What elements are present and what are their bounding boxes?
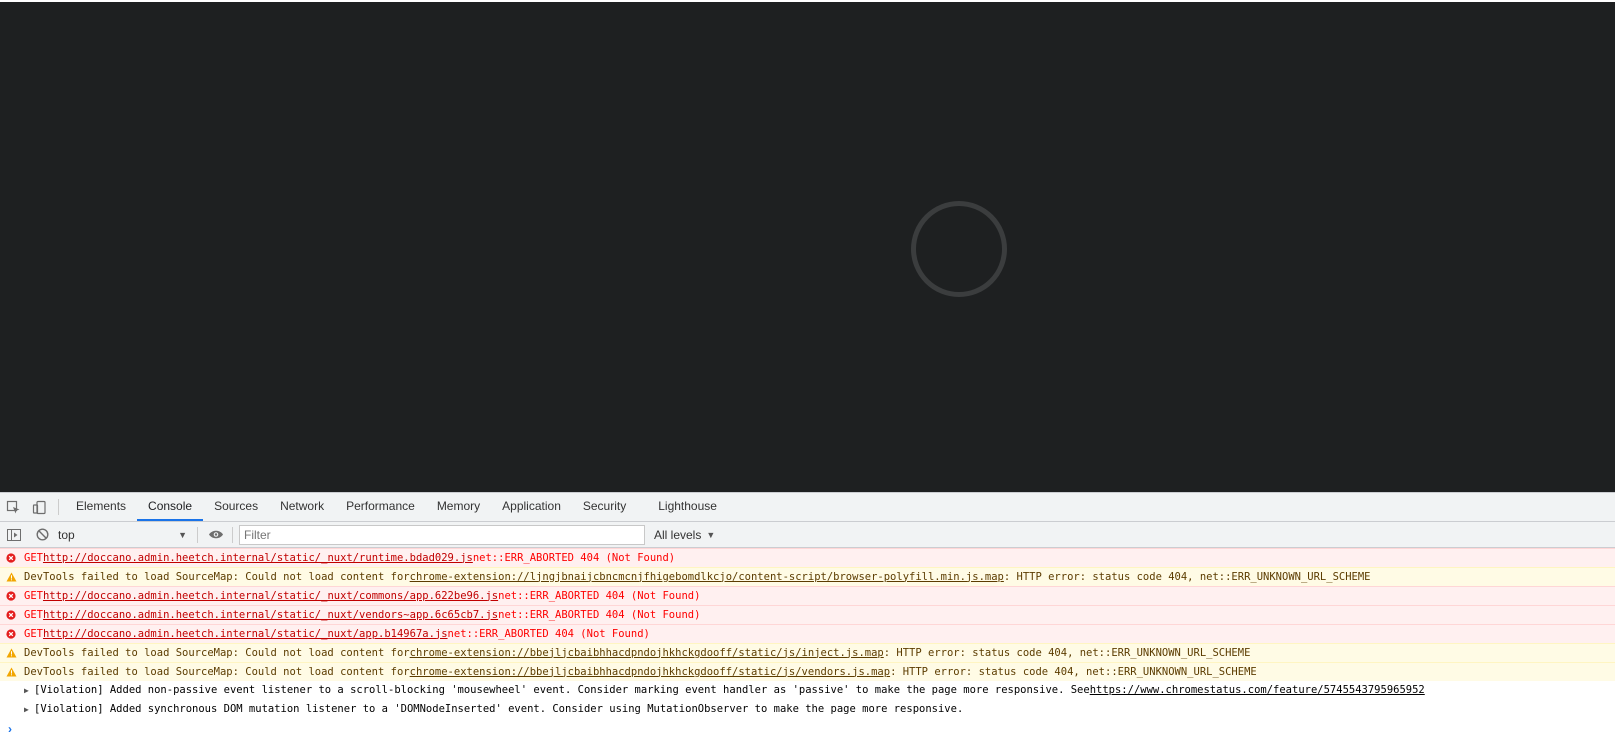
console-message-warning: DevTools failed to load SourceMap: Could… <box>0 643 1615 662</box>
devtools-tabbar: Elements Console Sources Network Perform… <box>0 493 1615 522</box>
devtools-panel: Elements Console Sources Network Perform… <box>0 492 1615 750</box>
console-message-error: GET http://doccano.admin.heetch.internal… <box>0 605 1615 624</box>
console-message-error: GET http://doccano.admin.heetch.internal… <box>0 586 1615 605</box>
toolbar-divider <box>197 526 198 543</box>
context-selector[interactable]: top ▼ <box>56 525 193 545</box>
page-viewport <box>0 0 1615 492</box>
message-text: [Violation] Added synchronous DOM mutati… <box>34 703 964 715</box>
tab-elements[interactable]: Elements <box>65 493 137 521</box>
filter-input[interactable] <box>239 524 645 545</box>
show-sidebar-icon[interactable] <box>0 523 28 547</box>
message-link[interactable]: chrome-extension://ljngjbnaijcbncmcnjfhi… <box>410 571 1004 583</box>
message-text: GET <box>24 608 43 621</box>
dropdown-arrow-icon: ▼ <box>706 529 716 540</box>
message-link[interactable]: http://doccano.admin.heetch.internal/sta… <box>43 609 498 621</box>
tab-performance[interactable]: Performance <box>335 493 426 521</box>
tab-network[interactable]: Network <box>269 493 335 521</box>
warning-icon <box>6 667 24 677</box>
error-icon <box>6 628 24 639</box>
console-message-error: GET http://doccano.admin.heetch.internal… <box>0 548 1615 567</box>
message-text: GET <box>24 589 43 602</box>
warning-icon <box>6 648 24 658</box>
message-link[interactable]: https://www.chromestatus.com/feature/574… <box>1090 684 1425 696</box>
message-link[interactable]: chrome-extension://bbejljcbaibhhacdpndoj… <box>410 647 884 659</box>
message-suffix: net::ERR_ABORTED 404 (Not Found) <box>447 627 650 640</box>
tabbar-divider <box>58 499 59 515</box>
inspect-element-icon[interactable] <box>0 493 26 521</box>
clear-console-icon[interactable] <box>28 523 56 547</box>
context-selector-value: top <box>58 527 75 542</box>
console-message-warning: DevTools failed to load SourceMap: Could… <box>0 662 1615 681</box>
prompt-chevron-icon: › <box>8 721 12 736</box>
error-icon <box>6 609 24 620</box>
message-text: DevTools failed to load SourceMap: Could… <box>24 570 410 583</box>
tab-sources[interactable]: Sources <box>203 493 269 521</box>
device-toolbar-icon[interactable] <box>26 493 52 521</box>
error-icon <box>6 590 24 601</box>
dropdown-arrow-icon: ▼ <box>178 529 187 540</box>
console-message-violation: ▶ [Violation] Added synchronous DOM mutat… <box>0 700 1615 719</box>
loading-spinner <box>911 201 1007 297</box>
message-suffix: : HTTP error: status code 404, net::ERR_… <box>890 665 1257 678</box>
console-messages: GET http://doccano.admin.heetch.internal… <box>0 548 1615 719</box>
console-message-error: GET http://doccano.admin.heetch.internal… <box>0 624 1615 643</box>
expand-triangle-icon[interactable]: ▶ <box>24 705 34 714</box>
message-link[interactable]: http://doccano.admin.heetch.internal/sta… <box>43 590 498 602</box>
message-text: GET <box>24 551 43 564</box>
console-message-violation: ▶ [Violation] Added non-passive event lis… <box>0 681 1615 700</box>
message-text: GET <box>24 627 43 640</box>
warning-icon <box>6 572 24 582</box>
console-toolbar: top ▼ All levels ▼ <box>0 522 1615 548</box>
message-text: [Violation] Added non-passive event list… <box>34 684 1090 696</box>
message-text: DevTools failed to load SourceMap: Could… <box>24 646 410 659</box>
message-suffix: net::ERR_ABORTED 404 (Not Found) <box>472 551 676 564</box>
toolbar-divider <box>232 526 233 543</box>
expand-triangle-icon[interactable]: ▶ <box>24 686 34 695</box>
message-link[interactable]: http://doccano.admin.heetch.internal/sta… <box>43 628 448 640</box>
tab-memory[interactable]: Memory <box>426 493 491 521</box>
message-text: DevTools failed to load SourceMap: Could… <box>24 665 410 678</box>
message-suffix: : HTTP error: status code 404, net::ERR_… <box>1003 570 1371 583</box>
console-prompt[interactable]: › <box>0 719 1615 738</box>
log-levels-dropdown[interactable]: All levels ▼ <box>654 528 715 542</box>
message-suffix: net::ERR_ABORTED 404 (Not Found) <box>498 589 701 602</box>
error-icon <box>6 552 24 563</box>
message-suffix: : HTTP error: status code 404, net::ERR_… <box>883 646 1251 659</box>
tab-lighthouse[interactable]: Lighthouse <box>647 493 728 521</box>
tab-console[interactable]: Console <box>137 493 204 521</box>
console-message-warning: DevTools failed to load SourceMap: Could… <box>0 567 1615 586</box>
tab-security[interactable]: Security <box>572 493 637 521</box>
log-levels-label: All levels <box>654 527 702 542</box>
live-expression-eye-icon[interactable] <box>202 523 230 547</box>
message-link[interactable]: http://doccano.admin.heetch.internal/sta… <box>43 552 473 564</box>
message-suffix: net::ERR_ABORTED 404 (Not Found) <box>498 608 701 621</box>
tab-application[interactable]: Application <box>491 493 572 521</box>
message-link[interactable]: chrome-extension://bbejljcbaibhhacdpndoj… <box>410 666 890 678</box>
